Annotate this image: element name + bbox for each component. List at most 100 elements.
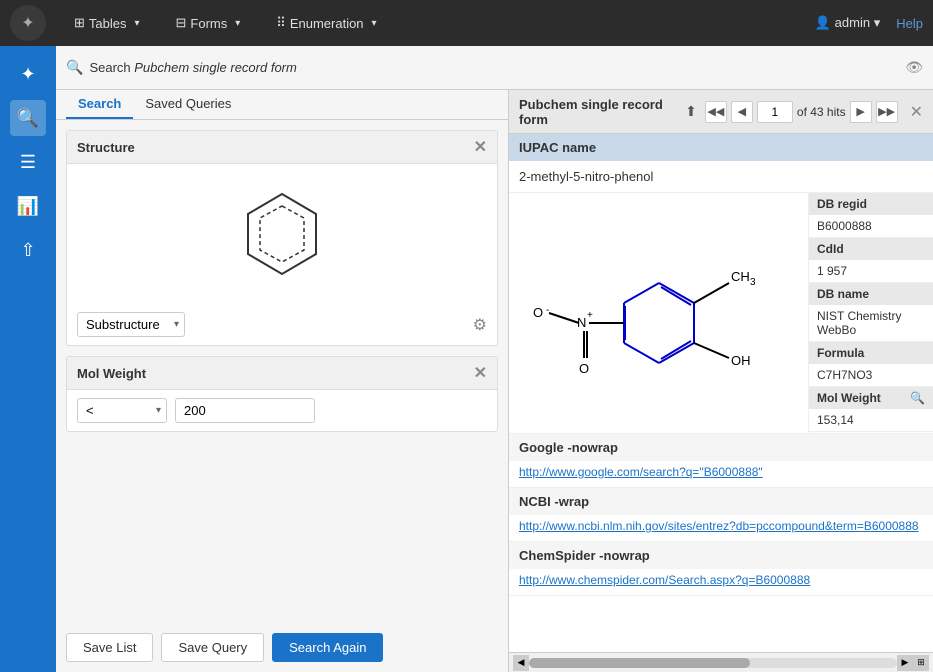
record-nav: ◀◀ ◀ of 43 hits ▶ ▶▶ <box>705 101 898 123</box>
mw-operator-select[interactable]: < <= = >= > <box>77 398 167 423</box>
db-regid-value: B6000888 <box>809 215 933 237</box>
sidebar: ✦ 🔍 ☰ 📊 ⇧ <box>0 46 56 672</box>
help-link[interactable]: Help <box>896 16 923 31</box>
enumeration-menu[interactable]: ⠿ Enumeration ▾ <box>268 11 384 35</box>
form-name: Pubchem single record form <box>134 60 297 75</box>
search-header: 🔍 Search Pubchem single record form 👁 <box>56 46 933 90</box>
record-panel: Pubchem single record form ⬆ ◀◀ ◀ of 43 … <box>509 90 933 672</box>
svg-text:+: + <box>587 310 593 321</box>
scroll-corner-button[interactable]: ⊞ <box>913 655 929 671</box>
gear-icon[interactable]: ⚙ <box>473 315 487 335</box>
forms-arrow: ▾ <box>235 18 240 29</box>
record-close-button[interactable]: ✕ <box>910 102 923 122</box>
admin-label: admin <box>835 15 870 30</box>
mol-area: CH 3 OH N + <box>509 193 933 434</box>
grid-icon: ⊞ <box>74 15 85 31</box>
field-formula: Formula C7H7NO3 <box>809 342 933 387</box>
db-name-label-text: DB name <box>817 287 869 301</box>
db-name-value: NIST Chemistry WebBo <box>809 305 933 341</box>
scroll-left-button[interactable]: ◀ <box>513 655 529 671</box>
sidebar-icon-chart[interactable]: 📊 <box>10 188 46 224</box>
substructure-select-wrapper: Substructure Exact Similarity ▾ <box>77 312 185 337</box>
search-label: Search <box>89 60 130 75</box>
hits-text: of 43 hits <box>797 105 846 119</box>
search-body: Structure ✕ <box>56 120 508 623</box>
enum-icon: ⠿ <box>276 15 286 31</box>
ncbi-header: NCBI -wrap <box>509 488 933 515</box>
ext-section-chemspider: ChemSpider -nowrap http://www.chemspider… <box>509 542 933 596</box>
structure-card: Structure ✕ <box>66 130 498 346</box>
db-regid-label: DB regid <box>809 193 933 215</box>
db-regid-label-text: DB regid <box>817 197 867 211</box>
chemspider-link[interactable]: http://www.chemspider.com/Search.aspx?q=… <box>509 569 933 595</box>
molecule-svg: CH 3 OH N + <box>529 203 789 423</box>
record-header: Pubchem single record form ⬆ ◀◀ ◀ of 43 … <box>509 90 933 134</box>
forms-menu[interactable]: ⊟ Forms ▾ <box>168 11 249 35</box>
svg-text:-: - <box>546 305 549 316</box>
benzene-structure[interactable] <box>222 174 342 294</box>
db-name-label: DB name <box>809 283 933 305</box>
structure-close-button[interactable]: ✕ <box>474 137 487 157</box>
content-area: Search Saved Queries Structure ✕ <box>56 90 933 672</box>
nav-first-button[interactable]: ◀◀ <box>705 101 727 123</box>
mw-operator-wrapper: < <= = >= > ▾ <box>77 398 167 423</box>
molweight-title: Mol Weight <box>77 366 146 381</box>
mol-weight-value: 153,14 <box>809 409 933 431</box>
structure-title: Structure <box>77 140 135 155</box>
molweight-close-button[interactable]: ✕ <box>474 363 487 383</box>
share-icon[interactable]: ⬆ <box>685 103 697 120</box>
admin-arrow: ▾ <box>874 15 881 30</box>
search-panel: Search Saved Queries Structure ✕ <box>56 90 509 672</box>
scrollbar-track[interactable] <box>529 658 897 668</box>
svg-text:OH: OH <box>731 353 751 368</box>
record-body: IUPAC name 2-methyl-5-nitro-phenol <box>509 134 933 652</box>
tab-saved-queries[interactable]: Saved Queries <box>133 90 243 119</box>
sidebar-icon-search[interactable]: 🔍 <box>10 100 46 136</box>
tables-label: Tables <box>89 16 127 31</box>
sidebar-icon-logo: ✦ <box>10 56 46 92</box>
chemspider-header: ChemSpider -nowrap <box>509 542 933 569</box>
eye-icon[interactable]: 👁 <box>905 59 923 76</box>
enum-arrow: ▾ <box>372 18 377 29</box>
enumeration-label: Enumeration <box>290 16 364 31</box>
search-again-button[interactable]: Search Again <box>272 633 383 662</box>
save-query-button[interactable]: Save Query <box>161 633 264 662</box>
cdid-value: 1 957 <box>809 260 933 282</box>
field-cdid: CdId 1 957 <box>809 238 933 283</box>
save-list-button[interactable]: Save List <box>66 633 153 662</box>
cdid-label-text: CdId <box>817 242 844 256</box>
molweight-input[interactable] <box>175 398 315 423</box>
search-tabs: Search Saved Queries <box>56 90 508 120</box>
search-header-label: Search Pubchem single record form <box>89 60 296 75</box>
topbar: ✦ ⊞ Tables ▾ ⊟ Forms ▾ ⠿ Enumeration ▾ 👤… <box>0 0 933 46</box>
page-input[interactable] <box>757 101 793 123</box>
app-logo: ✦ <box>10 5 46 41</box>
sidebar-icon-list[interactable]: ☰ <box>10 144 46 180</box>
svg-text:O: O <box>533 305 543 320</box>
molweight-card: Mol Weight ✕ < <= = >= > ▾ <box>66 356 498 432</box>
substructure-select[interactable]: Substructure Exact Similarity <box>77 312 185 337</box>
sidebar-icon-export[interactable]: ⇧ <box>10 232 46 268</box>
structure-card-body <box>67 164 497 304</box>
formula-label: Formula <box>809 342 933 364</box>
svg-text:O: O <box>579 361 589 376</box>
mol-weight-label-text: Mol Weight <box>817 391 881 405</box>
nav-next-button[interactable]: ▶ <box>850 101 872 123</box>
tab-search[interactable]: Search <box>66 90 133 119</box>
admin-menu[interactable]: 👤 admin ▾ <box>815 15 880 31</box>
search-header-icon: 🔍 <box>66 59 83 76</box>
action-buttons: Save List Save Query Search Again <box>56 623 508 672</box>
mol-weight-search-icon[interactable]: 🔍 <box>910 391 925 405</box>
scroll-right-button[interactable]: ▶ <box>897 655 913 671</box>
iupac-header: IUPAC name <box>509 134 933 161</box>
nav-last-button[interactable]: ▶▶ <box>876 101 898 123</box>
tables-menu[interactable]: ⊞ Tables ▾ <box>66 11 148 35</box>
nav-prev-button[interactable]: ◀ <box>731 101 753 123</box>
molecule-image[interactable]: CH 3 OH N + <box>509 193 809 433</box>
tables-arrow: ▾ <box>134 18 139 29</box>
scrollbar-thumb <box>529 658 750 668</box>
mol-weight-label: Mol Weight 🔍 <box>809 387 933 409</box>
google-link[interactable]: http://www.google.com/search?q="B6000888… <box>509 461 933 487</box>
ncbi-link[interactable]: http://www.ncbi.nlm.nih.gov/sites/entrez… <box>509 515 933 541</box>
main-area: 🔍 Search Pubchem single record form 👁 Se… <box>56 46 933 672</box>
